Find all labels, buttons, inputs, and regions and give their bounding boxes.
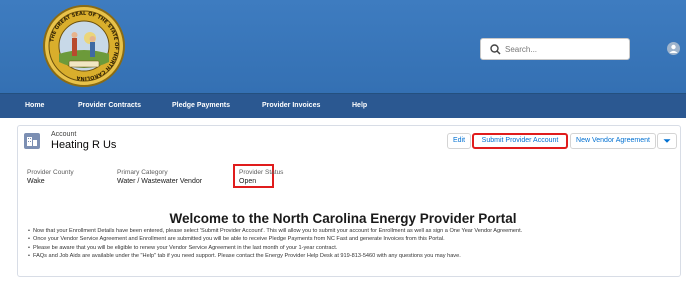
user-avatar-button[interactable]: [667, 42, 680, 55]
nav-home[interactable]: Home: [25, 94, 44, 118]
nav-provider-invoices[interactable]: Provider Invoices: [262, 94, 320, 118]
edit-button[interactable]: Edit: [447, 133, 471, 149]
provider-status-value: Open: [239, 178, 257, 185]
provider-county-value: Wake: [27, 178, 45, 185]
provider-status-label: Provider Status: [239, 169, 284, 176]
provider-county-label: Provider County: [27, 169, 74, 176]
nav-pledge-payments[interactable]: Pledge Payments: [172, 94, 230, 118]
nav-provider-contracts[interactable]: Provider Contracts: [78, 94, 141, 118]
record-type-label: Account: [51, 131, 77, 138]
nc-state-seal-logo[interactable]: THE GREAT SEAL OF THE STATE OF NORTH CAR…: [42, 4, 126, 88]
record-title: Heating R Us: [51, 139, 117, 151]
main-nav: Home Provider Contracts Pledge Payments …: [0, 93, 686, 118]
building-icon: [27, 137, 37, 146]
new-vendor-agreement-button[interactable]: New Vendor Agreement: [570, 133, 656, 149]
header-banner: THE GREAT SEAL OF THE STATE OF NORTH CAR…: [0, 0, 686, 93]
account-icon: [24, 133, 40, 149]
search-icon: [490, 44, 501, 55]
nav-help[interactable]: Help: [352, 94, 367, 118]
primary-category-value: Water / Wastewater Vendor: [117, 178, 203, 185]
primary-category-label: Primary Category: [117, 169, 168, 176]
submit-provider-account-button[interactable]: Submit Provider Account: [472, 133, 568, 149]
instructions-list: Now that your Enrollment Details have be…: [28, 227, 522, 260]
more-actions-button[interactable]: [657, 133, 677, 149]
instruction-item: Once your Vendor Service Agreement and E…: [28, 235, 522, 243]
instruction-item: FAQs and Job Aids are available under th…: [28, 252, 522, 260]
search-box[interactable]: [480, 38, 630, 60]
instruction-item: Now that your Enrollment Details have be…: [28, 227, 522, 235]
user-icon: [669, 44, 678, 53]
instruction-item: Please be aware that you will be eligibl…: [28, 244, 522, 252]
search-input[interactable]: [505, 41, 625, 57]
welcome-title: Welcome to the North Carolina Energy Pro…: [169, 211, 517, 226]
chevron-down-icon: [663, 139, 671, 143]
